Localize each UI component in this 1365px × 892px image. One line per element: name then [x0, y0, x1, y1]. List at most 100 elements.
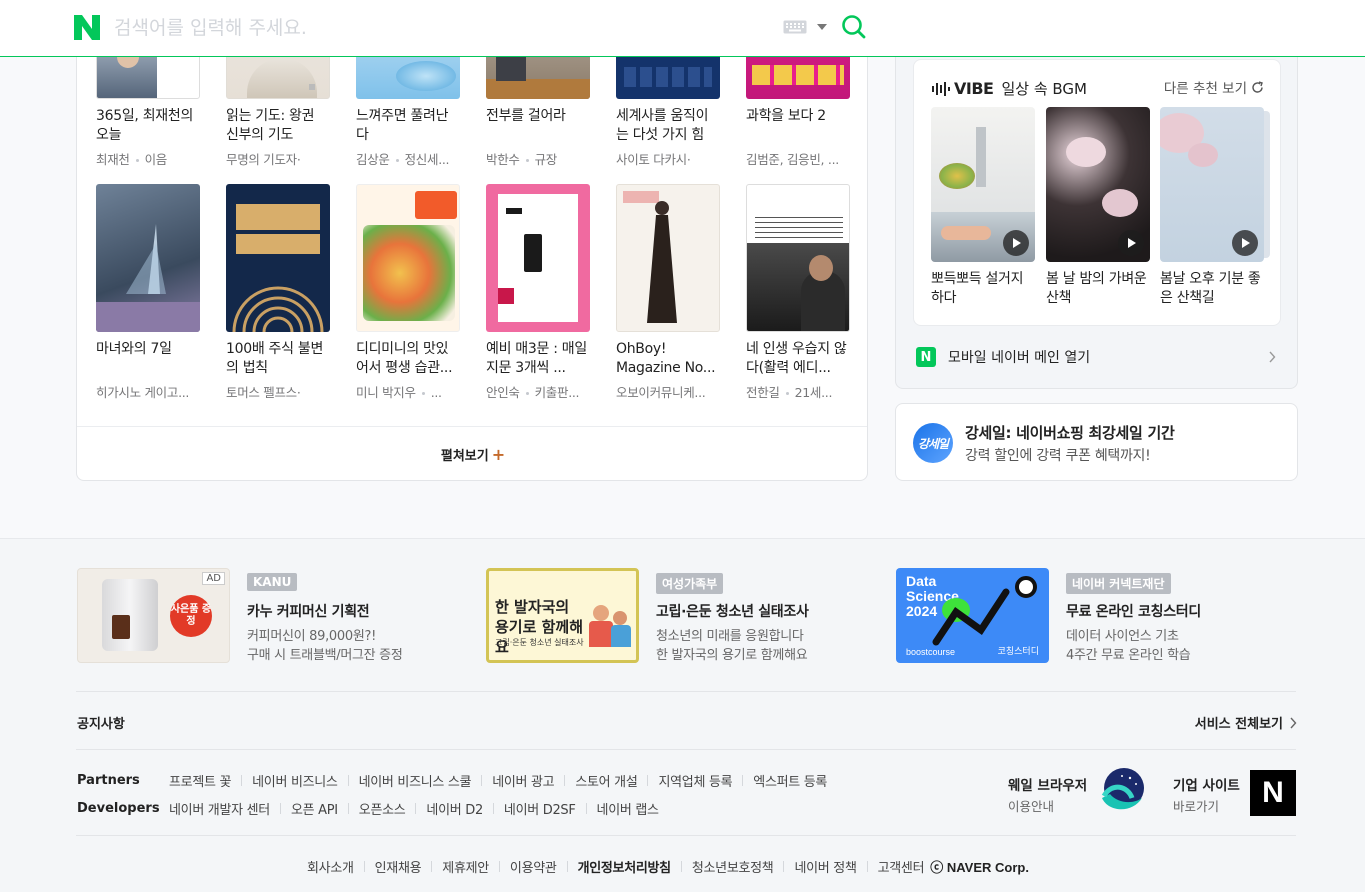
keyboard-icon[interactable] — [783, 20, 807, 34]
ad-coaching-study[interactable]: Data Science 2024 boostcourse 코칭스터디 네이버 … — [896, 568, 1276, 663]
developer-link[interactable]: 네이버 D2 — [426, 799, 483, 818]
mobile-naver-main-link[interactable]: N 모바일 네이버 메인 열기 — [916, 345, 1276, 369]
book-cover — [96, 184, 200, 332]
book-title: 느껴주면 풀려난다 — [356, 108, 449, 143]
promo-subtitle: 강력 할인에 강력 쿠폰 혜택까지! — [965, 448, 1151, 464]
bottom-link[interactable]: 청소년보호정책 — [692, 857, 774, 876]
book-card[interactable]: 디디미니의 맛있어서 평생 습관... 미니 박지우... — [356, 184, 460, 401]
book-title: 디디미니의 맛있어서 평생 습관... — [356, 341, 453, 376]
ad-youth-survey[interactable]: 한 발자국의 용기로 함께해요 고립·은둔 청소년 실태조사 여성가족부 고립·… — [486, 568, 866, 663]
bottom-link[interactable]: 개인정보처리방침 — [578, 857, 672, 876]
book-card[interactable]: 예비 매3문 : 매일 지문 3개씩 ... 안인숙 키출판... — [486, 184, 590, 401]
book-card[interactable]: 365일, 최재천의 오늘 최재천 이음 — [96, 41, 200, 168]
book-card[interactable]: 마녀와의 7일 히가시노 게이고... — [96, 184, 200, 401]
notice-link[interactable]: 공지사항 — [77, 713, 125, 732]
bottom-link[interactable]: 인재채용 — [375, 857, 422, 876]
ad-tag: 네이버 커넥트재단 — [1066, 573, 1171, 594]
playlist-thumbnail — [1160, 107, 1264, 262]
book-meta: 안인숙 키출판... — [486, 385, 580, 400]
other-recommendations-button[interactable]: 다른 추천 보기 — [1164, 77, 1264, 97]
developer-link[interactable]: 오픈소스 — [359, 799, 406, 818]
book-card[interactable]: 읽는 기도: 왕권 신부의 기도 무명의 기도자· — [226, 41, 330, 168]
sale-badge-icon: 강세일 — [913, 423, 953, 463]
ad-kanu[interactable]: 사은품 증정 AD KANU 카누 커피머신 기획전 커피머신이 89,000원… — [77, 568, 457, 663]
ad-title: 카누 커피머신 기획전 — [247, 604, 370, 620]
partner-link[interactable]: 스토어 개설 — [575, 771, 637, 790]
book-card[interactable]: 과학을 보다 2 김범준, 김응빈, ... — [746, 41, 850, 168]
partner-link[interactable]: 엑스퍼트 등록 — [753, 771, 827, 790]
shopping-sale-promo[interactable]: 강세일 강세일: 네이버쇼핑 최강세일 기간 강력 할인에 강력 쿠폰 혜택까지… — [895, 403, 1298, 481]
play-icon[interactable] — [1232, 230, 1258, 256]
corporate-site-link[interactable]: 기업 사이트 바로가기 N — [1173, 768, 1297, 818]
partners-links: Partners 프로젝트 꽃 네이버 비즈니스 네이버 비즈니스 스쿨 네이버… — [77, 771, 827, 790]
partner-link[interactable]: 네이버 광고 — [492, 771, 554, 790]
book-meta: 토머스 펠프스· — [226, 385, 301, 400]
search-icon[interactable] — [841, 14, 867, 40]
ad-label: AD — [202, 572, 225, 585]
vibe-header: VIBE 일상 속 BGM — [932, 78, 1087, 99]
playlist-title: 봄 날 밤의 가벼운 산책 — [1046, 271, 1147, 306]
vibe-playlist-item[interactable]: 봄 날 밤의 가벼운 산책 — [1046, 107, 1150, 308]
book-card[interactable]: 100배 주식 불변의 법칙 토머스 펠프스· — [226, 184, 330, 401]
book-title: 읽는 기도: 왕권 신부의 기도 — [226, 108, 315, 143]
ad-desc: 한 발자국의 용기로 함께해요 — [656, 648, 808, 663]
developer-link[interactable]: 네이버 개발자 센터 — [169, 799, 270, 818]
developer-link[interactable]: 오픈 API — [291, 799, 338, 818]
divider — [76, 691, 1296, 692]
book-card[interactable]: 전부를 걸어라 박한수 규장 — [486, 41, 590, 168]
book-card[interactable]: 세계사를 움직이는 다섯 가지 힘 사이토 다카시· — [616, 41, 720, 168]
book-cover — [746, 184, 850, 332]
developer-link[interactable]: 네이버 D2SF — [504, 799, 576, 818]
play-icon[interactable] — [1118, 230, 1144, 256]
sound-wave-icon — [932, 81, 950, 96]
chevron-down-icon[interactable] — [817, 24, 827, 30]
book-card[interactable]: 네 인생 우습지 않다(활력 에디... 전한길 21세... — [746, 184, 850, 401]
bottom-link[interactable]: 회사소개 — [307, 857, 354, 876]
ad-image: 한 발자국의 용기로 함께해요 고립·은둔 청소년 실태조사 — [486, 568, 639, 663]
book-card[interactable]: 느껴주면 풀려난다 김상운 정신세... — [356, 41, 460, 168]
search-header — [0, 0, 1365, 57]
book-card[interactable]: OhBoy! Magazine No... 오보이커뮤니케... — [616, 184, 720, 401]
whale-subtitle: 이용안내 — [1008, 799, 1055, 814]
search-input[interactable] — [114, 12, 754, 44]
play-icon[interactable] — [1003, 230, 1029, 256]
ad-desc: 구매 시 트래블백/머그잔 증정 — [247, 648, 403, 663]
partner-link[interactable]: 지역업체 등록 — [658, 771, 732, 790]
book-title: 네 인생 우습지 않다(활력 에디... — [746, 341, 847, 376]
ad-graphic — [932, 576, 1037, 646]
naver-n-icon: N — [916, 347, 936, 367]
chevron-right-icon — [1269, 351, 1276, 363]
book-meta: 박한수 규장 — [486, 152, 558, 167]
naver-corp-icon: N — [1250, 770, 1296, 816]
naver-logo-icon[interactable] — [74, 15, 100, 40]
ad-title: 무료 온라인 코칭스터디 — [1066, 604, 1201, 620]
ad-desc: 4주간 무료 온라인 학습 — [1066, 648, 1191, 663]
bottom-link[interactable]: 제휴제안 — [442, 857, 489, 876]
ad-banner-left: boostcourse — [906, 647, 956, 657]
developer-link[interactable]: 네이버 랩스 — [597, 799, 659, 818]
partner-link[interactable]: 네이버 비즈니스 — [252, 771, 338, 790]
book-meta: 사이토 다카시· — [616, 152, 691, 167]
bottom-link[interactable]: 이용약관 — [510, 857, 557, 876]
vibe-playlist-item[interactable]: 봄날 오후 기분 좋은 산책길 — [1160, 107, 1270, 308]
bottom-link[interactable]: 네이버 정책 — [794, 857, 856, 876]
refresh-icon — [1252, 80, 1263, 93]
developers-links: Developers 네이버 개발자 센터 오픈 API 오픈소스 네이버 D2… — [77, 799, 659, 818]
book-title: 과학을 보다 2 — [746, 108, 826, 124]
expand-more-button[interactable]: 펼쳐보기 + — [441, 445, 505, 464]
partner-link[interactable]: 프로젝트 꽃 — [169, 771, 231, 790]
ad-banner-sub: 고립·은둔 청소년 실태조사 — [495, 638, 584, 647]
bottom-link[interactable]: 고객센터 — [878, 857, 925, 876]
partner-link[interactable]: 네이버 비즈니스 스쿨 — [359, 771, 472, 790]
ad-tag: KANU — [247, 573, 298, 591]
playlist-title: 뽀득뽀득 설거지하다 — [931, 271, 1024, 306]
ad-desc: 커피머신이 89,000원?! — [247, 629, 376, 644]
whale-browser-link[interactable]: 웨일 브라우저 이용안내 — [1008, 768, 1148, 818]
book-title: OhBoy! Magazine No... — [616, 341, 716, 376]
book-title: 100배 주식 불변의 법칙 — [226, 341, 324, 376]
footer: 사은품 증정 AD KANU 카누 커피머신 기획전 커피머신이 89,000원… — [0, 538, 1365, 892]
vibe-playlist-item[interactable]: 뽀득뽀득 설거지하다 — [931, 107, 1035, 308]
service-all-link[interactable]: 서비스 전체보기 — [1195, 713, 1297, 732]
book-meta: 미니 박지우... — [356, 385, 442, 400]
partners-label: Partners — [77, 773, 140, 788]
